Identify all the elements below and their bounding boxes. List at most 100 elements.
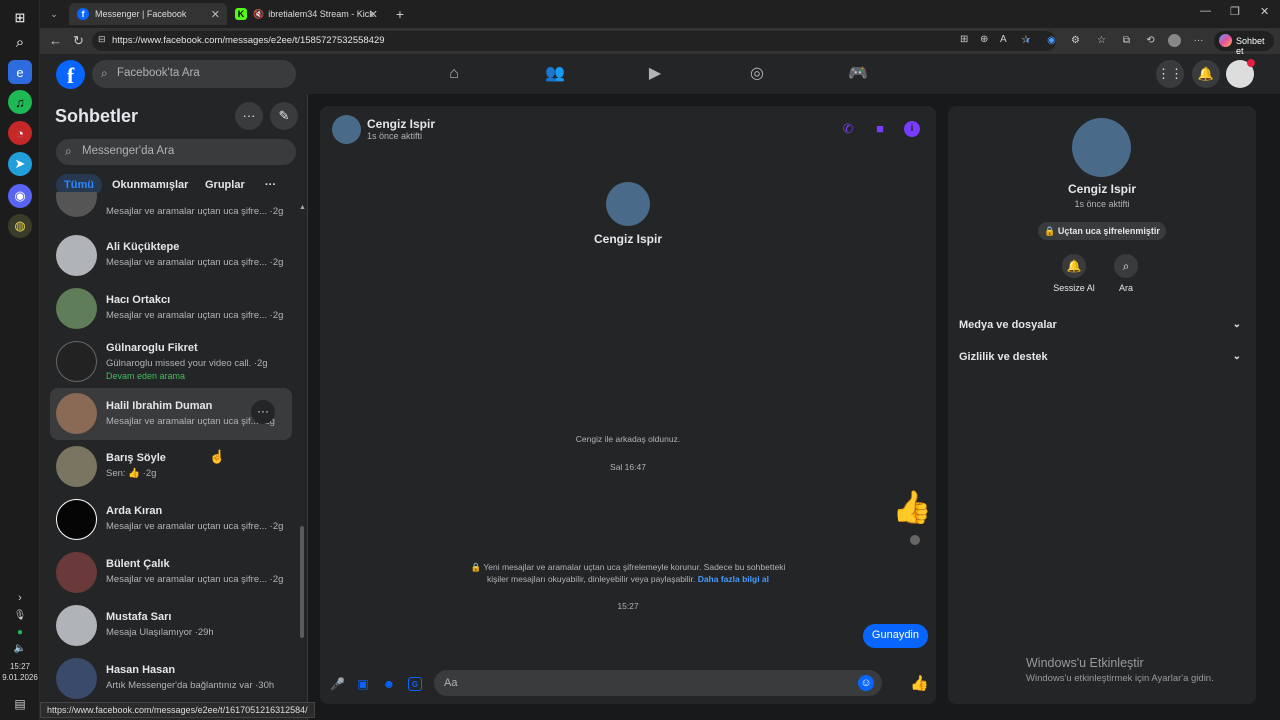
chevron-down-icon: ⌄ (1232, 351, 1241, 362)
phone-call-icon[interactable]: ✆ (840, 121, 856, 137)
chat-item[interactable]: Mustafa Sarı Mesaja Ulaşılamıyor ·29h (50, 600, 292, 652)
telegram-icon[interactable]: ➤ (8, 152, 32, 176)
kick-favicon-icon: K (235, 8, 247, 20)
friends-icon[interactable]: 👥 (544, 63, 566, 85)
restore-icon[interactable]: ❐ (1230, 5, 1240, 18)
app-available-icon[interactable]: ⊞ (960, 34, 968, 45)
avatar[interactable] (332, 115, 361, 144)
search-icon[interactable]: ⌕ (1114, 254, 1138, 278)
history-icon[interactable]: ⟲ (1144, 34, 1157, 47)
tab-messenger[interactable]: f Messenger | Facebook ✕ (69, 3, 227, 25)
back-icon[interactable]: ← (49, 33, 62, 48)
chat-options-icon[interactable]: ··· (251, 400, 275, 424)
minimize-icon[interactable]: — (1200, 5, 1211, 17)
chat-item[interactable]: Halil Ibrahim Duman Mesajlar ve aramalar… (50, 388, 292, 440)
avatar[interactable] (1072, 118, 1131, 177)
clock-time[interactable]: 15:27 (0, 661, 40, 672)
mute-bell-icon[interactable]: 🔔 (1062, 254, 1086, 278)
section-label: Gizlilik ve destek (959, 351, 1048, 363)
info-icon[interactable]: i (904, 121, 920, 137)
chat-preview: Mesaja Ulaşılamıyor ·29h (106, 627, 214, 638)
app-icon-2[interactable]: ◍ (8, 214, 32, 238)
gif-icon[interactable]: G (408, 677, 422, 691)
chat-item[interactable]: Barış Söyle Sen: 👍 ·2g (50, 441, 292, 493)
video-call-icon[interactable]: ■ (872, 121, 888, 137)
muted-speaker-icon[interactable]: 🔇 (253, 9, 264, 20)
scrollbar-thumb[interactable] (300, 526, 304, 638)
extension-1-icon[interactable]: ◖ (1021, 34, 1034, 47)
chat-preview: Gülnaroglu missed your video call. ·2g (106, 358, 268, 369)
site-info-icon[interactable]: ⊟ (98, 34, 106, 45)
close-tab-icon[interactable]: ✕ (211, 8, 220, 21)
lock-icon: 🔒 (1044, 226, 1058, 236)
copilot-icon (1219, 34, 1232, 47)
chat-item[interactable]: Gülnaroglu Fikret Gülnaroglu missed your… (50, 336, 292, 388)
chat-item[interactable]: Hacı Ortakcı Mesajlar ve aramalar uçtan … (50, 283, 292, 335)
chat-item[interactable]: Bülent Çalık Mesajlar ve aramalar uçtan … (50, 547, 292, 599)
close-tab-icon[interactable]: ✕ (369, 8, 378, 21)
conversation-panel: Cengiz Ispir 1s önce aktifti ✆ ■ i Cengi… (320, 106, 936, 704)
new-message-icon[interactable]: ✎ (270, 102, 298, 130)
chat-item[interactable]: Ali Küçüktepe Mesajlar ve aramalar uçtan… (50, 230, 292, 282)
extensions-icon[interactable]: ⚙ (1069, 34, 1082, 47)
thumbs-up-icon[interactable]: 👍 (910, 676, 929, 691)
spotify-icon[interactable]: ♫ (8, 90, 32, 114)
microphone-icon[interactable]: 🎤 (330, 677, 345, 691)
new-tab-icon[interactable]: + (390, 3, 410, 25)
friendship-note: Cengiz ile arkadaş oldunuz. (575, 434, 681, 444)
contact-name: Cengiz Ispir (1067, 182, 1136, 196)
messenger-search-input[interactable]: ⌕ Messenger'da Ara (56, 139, 296, 165)
encryption-badge[interactable]: 🔒 Uçtan uca şifrelenmiştir (1038, 222, 1166, 240)
video-icon[interactable]: ▶ (644, 63, 666, 85)
facebook-logo[interactable]: f (56, 60, 85, 89)
chat-item[interactable]: Hasan Hasan Artık Messenger'da bağlantın… (50, 653, 292, 705)
groups-icon[interactable]: ◎ (746, 63, 768, 85)
scroll-up-icon[interactable]: ▲ (299, 204, 306, 211)
sent-message-bubble[interactable]: Gunaydin (862, 624, 928, 648)
search-icon[interactable]: ⌕ (8, 30, 32, 54)
menu-grid-icon[interactable]: ⋮⋮ (1156, 60, 1184, 88)
app-icon[interactable]: ◔ (8, 121, 32, 145)
url-field[interactable]: ⊟ https://www.facebook.com/messages/e2ee… (92, 31, 1056, 51)
tab-list-chevron-icon[interactable]: ⌄ (44, 3, 64, 25)
notifications-bell-icon[interactable]: 🔔 (1192, 60, 1220, 88)
section-privacy-support[interactable]: Gizlilik ve destek ⌄ (959, 351, 1247, 371)
facebook-search-input[interactable]: ⌕ Facebook'ta Ara (92, 60, 296, 88)
url-text: https://www.facebook.com/messages/e2ee/t… (112, 35, 385, 46)
zoom-icon[interactable]: ⊕ (980, 34, 988, 45)
gaming-icon[interactable]: 🎮 (847, 63, 869, 85)
window-close-icon[interactable]: ✕ (1260, 5, 1269, 18)
timestamp: 15:27 (617, 601, 639, 611)
emoji-icon[interactable]: ☺ (858, 675, 874, 691)
collections-icon[interactable]: ⧉ (1120, 34, 1133, 47)
chat-item[interactable]: Mesajlar ve aramalar uçtan uca şifre... … (50, 192, 292, 222)
read-aloud-icon[interactable]: A (1000, 34, 1007, 45)
chat-options-icon[interactable]: ··· (235, 102, 263, 130)
photo-icon[interactable]: ▣ (356, 677, 370, 691)
more-options-icon[interactable]: ··· (1192, 34, 1205, 47)
avatar (56, 192, 97, 217)
home-icon[interactable]: ⌂ (443, 63, 465, 85)
chat-list-panel: Sohbetler ··· ✎ ⌕ Messenger'da Ara Tümü … (40, 94, 308, 720)
learn-more-link[interactable]: Daha fazla bilgi al (698, 574, 769, 584)
active-status: 1s önce aktifti (1074, 199, 1130, 209)
tab-kick-stream[interactable]: K 🔇 ibretialem34 Stream - Kick Da ✕ (227, 3, 385, 25)
clock-date[interactable]: 9.01.2026 (0, 672, 40, 683)
message-input[interactable]: Aa ☺ (434, 670, 882, 696)
favorites-icon[interactable]: ☆ (1095, 34, 1108, 47)
copilot-chat-button[interactable]: Sohbet et (1214, 31, 1274, 56)
profile-avatar[interactable] (1168, 34, 1181, 47)
sticker-icon[interactable]: ☻ (382, 677, 396, 691)
windows-start-icon[interactable]: ⊞ (8, 6, 32, 30)
extension-2-icon[interactable]: ◉ (1045, 34, 1058, 47)
refresh-icon[interactable]: ↻ (73, 33, 84, 49)
chat-name: Gülnaroglu Fikret (106, 342, 198, 354)
edge-browser-icon[interactable]: e (8, 60, 32, 84)
avatar[interactable] (606, 182, 650, 226)
section-media-files[interactable]: Medya ve dosyalar ⌄ (959, 319, 1247, 339)
discord-icon[interactable]: ◉ (8, 184, 32, 208)
notification-icon[interactable]: ▤ (8, 692, 32, 716)
speaker-icon[interactable]: 🔈 (8, 636, 32, 660)
conversation-name[interactable]: Cengiz Ispir (367, 117, 435, 131)
chat-item[interactable]: Arda Kıran Mesajlar ve aramalar uçtan uc… (50, 494, 292, 546)
